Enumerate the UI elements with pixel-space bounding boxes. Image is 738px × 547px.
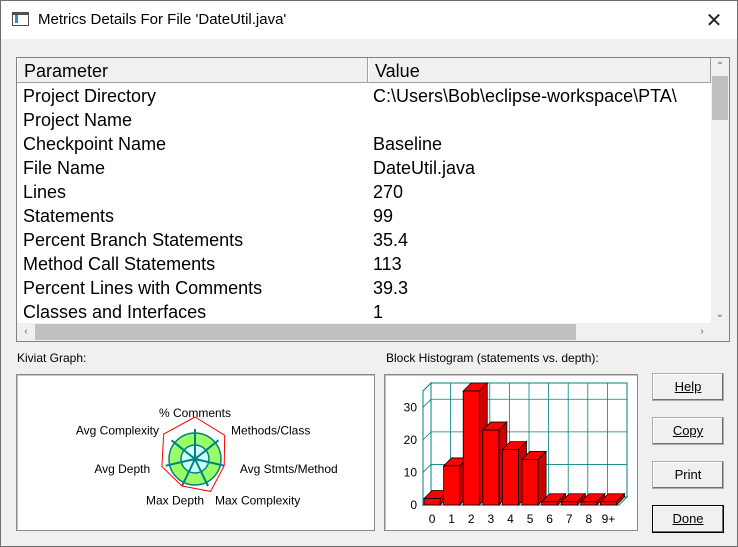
horizontal-scrollbar[interactable]: ‹ › <box>17 323 711 341</box>
value-cell: 35.4 <box>373 230 409 250</box>
done-button-label: Done <box>672 511 704 526</box>
table-row[interactable]: Percent Lines with Comments 39.3 <box>17 276 711 300</box>
histogram-y-tick-label: 10 <box>404 465 418 479</box>
table-row[interactable]: Statements 99 <box>17 204 711 228</box>
table-row[interactable]: Classes and Interfaces 1 <box>17 300 711 324</box>
parameter-cell: Classes and Interfaces <box>23 302 207 322</box>
metrics-window: Metrics Details For File 'DateUtil.java'… <box>0 0 738 547</box>
parameter-cell: Project Name <box>23 110 133 130</box>
histogram-x-tick-label: 8 <box>585 512 592 526</box>
value-cell: C:\Users\Bob\eclipse-workspace\PTA\ <box>373 86 677 106</box>
parameter-cell: Project Directory <box>23 86 157 106</box>
table-row[interactable]: Percent Branch Statements 35.4 <box>17 228 711 252</box>
table-row[interactable]: Project Name <box>17 108 711 132</box>
histogram-x-tick-label: 9+ <box>602 512 616 526</box>
histogram-x-tick-label: 7 <box>566 512 573 526</box>
kiviat-axis-label: Max Depth <box>146 493 204 507</box>
block-histogram: 01020300 1 2 3 4 5 6 7 8 9+ <box>404 381 629 526</box>
kiviat-graph: % CommentsMethods/Class Avg Stmts/Method M… <box>76 406 338 507</box>
vertical-scroll-thumb[interactable] <box>712 76 728 120</box>
horizontal-scroll-thumb[interactable] <box>35 324 576 340</box>
help-button[interactable]: Help <box>652 373 724 401</box>
kiviat-axis-label: Avg Stmts/Method <box>240 462 338 476</box>
kiviat-axis-label: % Comments <box>159 406 231 420</box>
column-header-parameter[interactable]: Parameter <box>17 58 368 82</box>
title-bar[interactable]: Metrics Details For File 'DateUtil.java'… <box>1 1 737 39</box>
scroll-right-icon[interactable]: › <box>693 323 711 341</box>
histogram-panel: 0 10 20 30 0 1 2 3 4 5 6 7 8 9+ <box>384 374 638 531</box>
histogram-x-tick-label: 4 <box>507 512 514 526</box>
kiviat-graph-panel: % Comments Methods/Class Avg Stmts/Method M… <box>16 374 375 531</box>
table-row[interactable]: File Name DateUtil.java <box>17 156 711 180</box>
histogram-x-tick-label: 5 <box>527 512 534 526</box>
table-row[interactable]: Lines 270 <box>17 180 711 204</box>
histogram-x-tick-label: 1 <box>448 512 455 526</box>
column-header-value[interactable]: Value <box>368 58 711 82</box>
table-row[interactable]: Method Call Statements 113 <box>17 252 711 276</box>
kiviat-axis-label: Avg Depth <box>94 462 150 476</box>
value-cell: 39.3 <box>373 278 409 298</box>
kiviat-axis-label: Max Complexity <box>215 493 300 507</box>
window-app-icon <box>12 12 29 26</box>
parameter-cell: Checkpoint Name <box>23 134 167 154</box>
metrics-table[interactable]: Parameter Value Project Directory C:\User… <box>16 57 730 342</box>
done-button[interactable]: Done <box>652 505 724 533</box>
parameter-cell: Method Call Statements <box>23 254 216 274</box>
parameter-cell: Percent Branch Statements <box>23 230 244 250</box>
histogram-bar <box>521 450 548 506</box>
histogram-label: Block Histogram (statements vs. depth): <box>386 351 599 365</box>
parameter-cell: Percent Lines with Comments <box>23 278 263 298</box>
value-cell: Baseline <box>373 134 443 154</box>
table-row[interactable]: Project Directory C:\Users\Bob\eclipse-wo… <box>17 84 711 108</box>
table-header: Parameter Value <box>17 58 711 83</box>
table-row[interactable]: Checkpoint Name Baseline <box>17 132 711 156</box>
value-cell: 99 <box>373 206 394 226</box>
copy-button-label: Copy <box>672 423 704 438</box>
scroll-down-icon[interactable]: ⌄ <box>711 306 729 324</box>
value-cell: 1 <box>373 302 384 322</box>
print-button-label: Print <box>674 467 702 482</box>
parameter-cell: Statements <box>23 206 115 226</box>
close-icon[interactable]: ✕ <box>691 1 737 39</box>
histogram-y-tick-label: 20 <box>404 433 418 447</box>
vertical-scrollbar[interactable]: ⌃ ⌄ <box>711 58 729 324</box>
kiviat-axis-label: Methods/Class <box>231 423 310 437</box>
help-button-label: Help <box>674 379 702 394</box>
histogram-y-tick-label: 30 <box>404 400 418 414</box>
histogram-x-tick-label: 6 <box>546 512 553 526</box>
window-title: Metrics Details For File 'DateUtil.java' <box>38 11 287 28</box>
print-button[interactable]: Print <box>652 461 724 489</box>
scroll-left-icon[interactable]: ‹ <box>17 323 35 341</box>
histogram-x-tick-label: 3 <box>487 512 494 526</box>
parameter-cell: Lines <box>23 182 67 202</box>
kiviat-graph-label: Kiviat Graph: <box>17 351 87 365</box>
histogram-x-tick-label: 0 <box>429 512 436 526</box>
histogram-y-tick-label: 0 <box>410 498 417 512</box>
value-cell: 113 <box>373 254 402 274</box>
value-cell: DateUtil.java <box>373 158 476 178</box>
scroll-up-icon[interactable]: ⌃ <box>711 58 729 76</box>
value-cell: 270 <box>373 182 404 202</box>
parameter-cell: File Name <box>23 158 106 178</box>
histogram-side-wall <box>422 381 432 507</box>
scrollbar-corner <box>711 323 729 341</box>
kiviat-axis-label: Avg Complexity <box>76 423 159 437</box>
histogram-x-tick-label: 2 <box>468 512 475 526</box>
table-body: Project Directory C:\Users\Bob\eclipse-wo… <box>17 84 711 324</box>
copy-button[interactable]: Copy <box>652 417 724 445</box>
